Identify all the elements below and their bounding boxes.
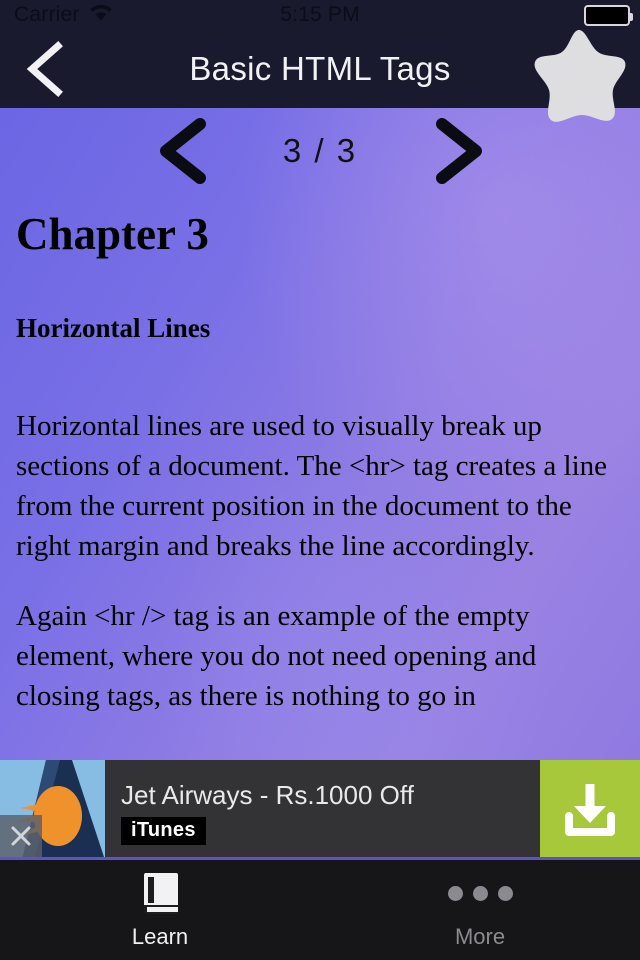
ellipsis-icon [447, 871, 513, 917]
favorite-button[interactable] [524, 26, 634, 130]
chapter-content: Chapter 3 Horizontal Lines Horizontal li… [0, 209, 640, 716]
dot [497, 886, 513, 901]
ad-logo [0, 760, 105, 857]
ad-close-button[interactable] [0, 815, 42, 857]
chevron-right-icon [436, 118, 482, 184]
chevron-left-icon [160, 118, 206, 184]
previous-page-button[interactable] [144, 114, 218, 188]
section-heading: Horizontal Lines [16, 312, 211, 343]
ad-title: Jet Airways - Rs.1000 Off [121, 780, 414, 810]
download-icon [565, 783, 615, 836]
tab-more[interactable]: More [320, 860, 640, 960]
app-root: Carrier 5:15 PM Basic HTML Tags 3 / 3 Ch… [0, 0, 640, 960]
back-button[interactable] [16, 41, 72, 97]
tab-bar: Learn More [0, 860, 640, 960]
book-icon [138, 871, 182, 917]
tab-learn[interactable]: Learn [0, 860, 320, 960]
ad-banner[interactable]: Jet Airways - Rs.1000 Off iTunes [0, 760, 640, 860]
content-area: 3 / 3 Chapter 3 Horizontal Lines Horizon… [0, 108, 640, 760]
status-bar-time: 5:15 PM [280, 3, 360, 26]
dot [472, 886, 488, 901]
dot [447, 886, 463, 901]
chevron-left-icon [26, 41, 63, 97]
page-indicator: 3 / 3 [282, 132, 358, 169]
star-icon [534, 30, 626, 122]
ad-text-block: Jet Airways - Rs.1000 Off iTunes [105, 760, 540, 857]
status-bar: Carrier 5:15 PM [0, 0, 640, 30]
chapter-heading: Chapter 3 [16, 209, 209, 259]
tab-label-learn: Learn [131, 923, 189, 949]
status-bar-right [584, 4, 633, 26]
next-page-button[interactable] [422, 114, 496, 188]
close-icon [11, 826, 31, 846]
page-title: Basic HTML Tags [189, 50, 451, 87]
body-paragraph: Horizontal lines are used to visually br… [16, 409, 608, 562]
battery-icon [584, 4, 633, 26]
ad-store-badge: iTunes [121, 817, 206, 845]
tab-label-more: More [454, 923, 506, 949]
body-paragraph: Again <hr /> tag is an example of the em… [16, 599, 537, 712]
nav-bar: Basic HTML Tags [0, 30, 640, 122]
ad-install-button[interactable] [540, 760, 640, 857]
